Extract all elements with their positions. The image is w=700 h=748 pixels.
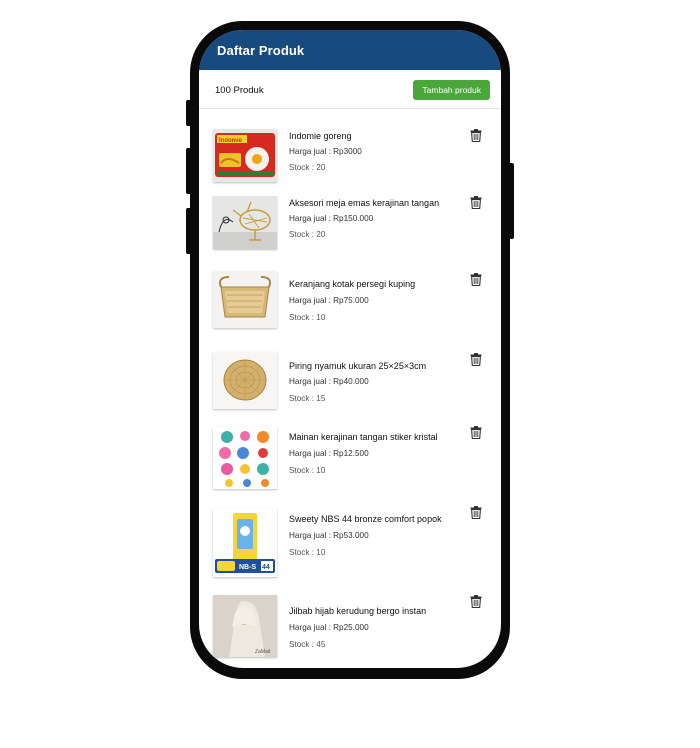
product-name: Aksesori meja emas kerajinan tangan <box>289 198 440 208</box>
product-price: Harga jual : Rp25.000 <box>289 623 369 632</box>
product-name: Piring nyamuk ukuran 25×25×3cm <box>289 361 427 371</box>
page-title: Daftar Produk <box>217 42 305 58</box>
product-price: Harga jual : Rp12.500 <box>289 449 369 458</box>
product-price: Harga jual : Rp3000 <box>289 147 362 156</box>
trash-icon[interactable] <box>470 595 482 608</box>
product-stock: Stock : 10 <box>289 548 326 557</box>
svg-text:ZaMait: ZaMait <box>255 649 271 655</box>
product-price: Harga jual : Rp150.000 <box>289 214 374 223</box>
product-name: Mainan kerajinan tangan stiker kristal <box>289 432 438 442</box>
product-name: Jilbab hijab kerudung bergo instan <box>289 606 427 616</box>
trash-icon[interactable] <box>470 273 482 286</box>
trash-icon[interactable] <box>470 129 482 142</box>
svg-text:44: 44 <box>262 564 270 571</box>
product-name: Indomie goreng <box>289 131 352 141</box>
app-header: Daftar Produk <box>199 30 501 70</box>
product-stock: Stock : 20 <box>289 230 326 239</box>
trash-icon[interactable] <box>470 196 482 209</box>
product-stock: Stock : 20 <box>289 163 326 172</box>
trash-icon[interactable] <box>470 506 482 519</box>
phone-screen: Daftar Produk 100 Produk Tambah produk I… <box>199 30 501 668</box>
diaper-image: NB-S 44 <box>213 509 277 577</box>
product-price: Harga jual : Rp40.000 <box>289 377 369 386</box>
product-stock: Stock : 45 <box>289 640 326 649</box>
product-stock: Stock : 10 <box>289 466 326 475</box>
svg-text:Indomie: Indomie <box>219 138 243 144</box>
product-name: Sweety NBS 44 bronze comfort popok <box>289 514 442 524</box>
hijab-image: ZaMait <box>213 595 277 657</box>
svg-text:NB-S: NB-S <box>239 564 256 571</box>
trash-icon[interactable] <box>470 353 482 366</box>
woven-plate-image <box>213 352 277 409</box>
product-price: Harga jual : Rp75.000 <box>289 296 369 305</box>
product-name: Keranjang kotak persegi kuping <box>289 279 416 289</box>
indomie-image: Indomie <box>213 129 277 182</box>
product-stock: Stock : 15 <box>289 394 326 403</box>
sticker-image <box>213 427 277 489</box>
product-price: Harga jual : Rp53.000 <box>289 531 369 540</box>
gold-bird-image <box>213 196 277 249</box>
product-count: 100 Produk <box>215 84 264 96</box>
add-product-button[interactable]: Tambah produk <box>413 80 490 100</box>
product-toolbar: 100 Produk Tambah produk <box>199 72 501 109</box>
basket-image <box>213 271 277 328</box>
trash-icon[interactable] <box>470 426 482 439</box>
product-stock: Stock : 10 <box>289 313 326 322</box>
